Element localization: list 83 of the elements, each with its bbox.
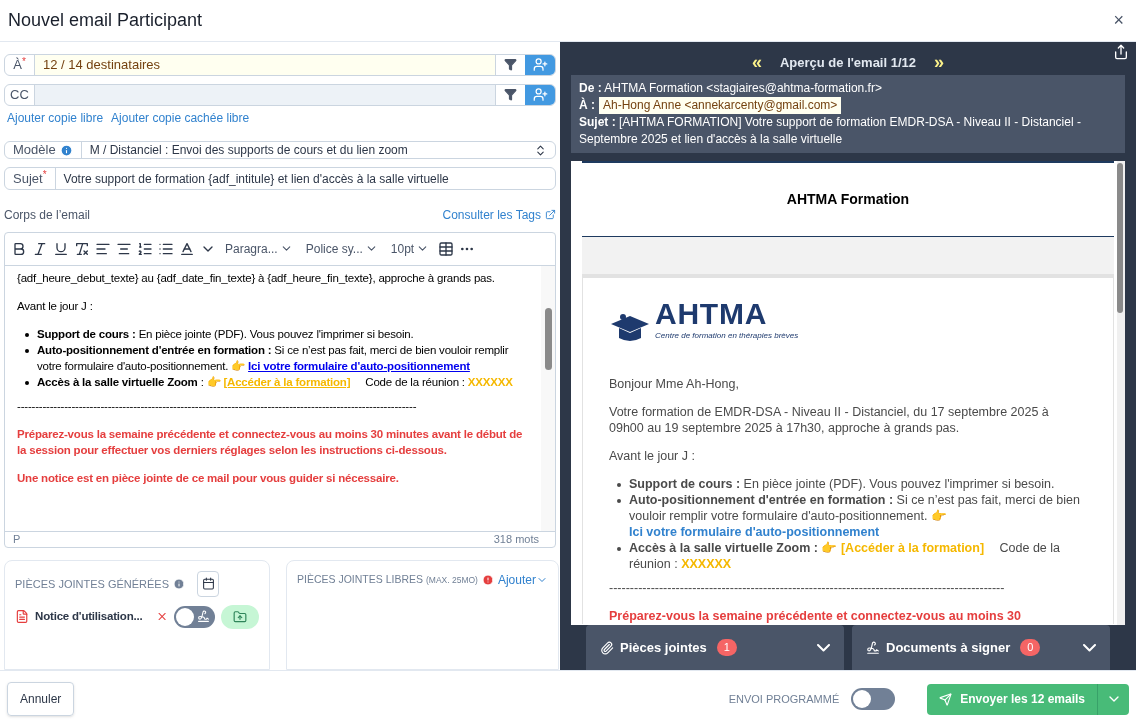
calendar-icon bbox=[201, 577, 215, 591]
body-text: Avant le jour J : bbox=[17, 299, 94, 314]
body-text: Avant le jour J : bbox=[609, 448, 696, 464]
warning-text: Une notice est en pièce jointe de ce mail pour vous guider si nécessaire. bbox=[17, 471, 400, 486]
scheduled-toggle[interactable] bbox=[851, 688, 896, 710]
bullet-icon bbox=[25, 349, 29, 353]
share-icon[interactable] bbox=[1113, 44, 1129, 60]
logo-text: AHTMA bbox=[655, 300, 769, 328]
from-line: De : AHTMA Formation <stagiaires@ahtma-formation.fr> bbox=[579, 80, 883, 97]
word-count: 318 mots bbox=[493, 532, 539, 547]
toolbar-dropdown[interactable]: Paragra... bbox=[221, 240, 297, 258]
signature-icon bbox=[197, 610, 211, 624]
attachment-name: Notice d'utilisation... bbox=[35, 609, 144, 625]
brand-title: AHTMA Formation bbox=[785, 190, 911, 209]
recipient-chip: Ah-Hong Anne <annekarcenty@gmail.com> bbox=[599, 97, 842, 114]
dashed-rule-text: -------------------------------------------------------------------------------------------------------------- bbox=[17, 399, 418, 414]
info-icon bbox=[173, 578, 186, 590]
send-icon bbox=[939, 692, 953, 706]
section-heading: PIÈCES JOINTES LIBRES (MAX. 25MO) bbox=[297, 572, 478, 588]
body-text: {adf_heure_debut_texte} au {adf_date_fin_texte} à {adf_heure_fin_texte}, approche à grands pas. bbox=[17, 271, 496, 286]
table-icon[interactable] bbox=[438, 241, 455, 257]
bullet-icon bbox=[617, 483, 621, 487]
external-link-icon bbox=[545, 209, 556, 221]
signature-toggle[interactable] bbox=[174, 606, 216, 628]
list-item-text: Auto-positionnement d'entrée en formation : Si ce n’est pas fait, merci de bien vouloir remplir votre formulaire d'auto-positionnement. 👉 Ici votre formulaire d'auto-positionnement bbox=[629, 493, 1080, 539]
warning-text: Préparez-vous la semaine précédente et connectez-vous au moins 30 minutes avant le début de la session pour effectuer vos derniers réglages selon les instructions ci-dessous. bbox=[17, 427, 524, 458]
graduation-cap-icon bbox=[609, 312, 651, 344]
scrollbar[interactable] bbox=[1117, 161, 1125, 625]
copy-link[interactable]: Ajouter copie cachée libre bbox=[111, 108, 250, 127]
body-text: Bonjour Mme Ah-Hong, bbox=[609, 376, 740, 392]
add-dropdown[interactable]: Ajouter bbox=[497, 571, 548, 589]
collapsible-panel[interactable]: Documents à signer 0 bbox=[852, 625, 1110, 670]
list-item-text: Support de cours : En pièce jointe (PDF). Vous pouvez l'imprimer si besoin. bbox=[37, 328, 414, 340]
list-item-text: Accès à la salle virtuelle Zoom : 👉 [Accéder à la formation] Code de la réunion : XXXXXX bbox=[629, 541, 1060, 571]
link[interactable]: Ici votre formulaire d'auto-positionnement bbox=[248, 360, 470, 372]
list-item-text: Auto-positionnement d'entrée en formation : Si ce n’est pas fait, merci de bien vouloir remplir votre formulaire d'auto-positionnement. 👉 Ici votre formulaire d'auto-positionnement bbox=[37, 344, 509, 372]
text-color-icon[interactable] bbox=[179, 241, 195, 257]
window-title: Nouvel email Participant bbox=[8, 9, 203, 32]
toolbar-dropdown[interactable]: Police sy... bbox=[301, 240, 382, 258]
link[interactable]: Ici votre formulaire d'auto-positionnement bbox=[629, 525, 880, 539]
previous-button[interactable]: « bbox=[751, 49, 762, 76]
align-left-icon[interactable] bbox=[95, 241, 111, 257]
body-text: Votre formation de EMDR-DSA - Niveau II - Distanciel, du 17 septembre 2025 à 09h00 au 19 septembre 2025 à 17h30, approche à grands pas. bbox=[609, 404, 1050, 436]
folder-upload-icon bbox=[233, 610, 248, 624]
bullet-icon bbox=[25, 333, 29, 337]
logo-tagline: Centre de formation en thérapies brèves bbox=[655, 330, 799, 342]
list-item-text: Accès à la salle virtuelle Zoom : 👉 [Accéder à la formation] Code de la réunion : XXXXXX bbox=[37, 376, 513, 388]
upload-folder-button[interactable] bbox=[221, 605, 259, 629]
align-center-icon[interactable] bbox=[116, 241, 132, 257]
warning-text: Préparez-vous la semaine précédente et connectez-vous au moins 30 bbox=[609, 608, 1022, 624]
list-item-text: Support de cours : En pièce jointe (PDF). Vous pouvez l'imprimer si besoin. bbox=[629, 477, 1055, 491]
section-heading: PIÈCES JOINTES GÉNÉRÉES bbox=[15, 576, 170, 592]
to-label: À : bbox=[579, 97, 595, 114]
bullet-icon bbox=[25, 381, 29, 385]
numbered-list-icon[interactable] bbox=[137, 241, 153, 257]
italic-icon[interactable] bbox=[32, 241, 48, 257]
signature-icon bbox=[866, 640, 880, 655]
element-path: P bbox=[13, 532, 21, 547]
section-label: Corps de l’email bbox=[4, 207, 91, 224]
underline-icon[interactable] bbox=[53, 241, 69, 257]
chevron-down-icon bbox=[817, 643, 830, 652]
dashed-rule-text: ----------------------------------------------------------------------------------------------- bbox=[609, 580, 1006, 596]
bullet-icon bbox=[617, 499, 621, 503]
next-button[interactable]: » bbox=[934, 49, 945, 76]
scrollbar[interactable] bbox=[541, 266, 555, 531]
chevron-down-icon bbox=[1083, 643, 1096, 652]
paperclip-icon bbox=[600, 640, 614, 655]
cancel-button[interactable]: Annuler bbox=[7, 682, 75, 716]
copy-link[interactable]: Ajouter copie libre bbox=[7, 108, 104, 127]
preview-title: Aperçu de l'email 1/12 bbox=[779, 53, 916, 72]
bold-icon[interactable] bbox=[11, 241, 27, 257]
close-button[interactable]: × bbox=[1109, 7, 1128, 34]
pdf-file-icon bbox=[15, 609, 30, 625]
clear-format-icon[interactable] bbox=[74, 241, 90, 257]
subject-line: Sujet : [AHTMA FORMATION] Votre support de formation EMDR-DSA - Niveau II - Distanciel - Septembre 2025 et lien d'accès à la salle virtuelle bbox=[579, 114, 1082, 148]
toolbar-dropdown[interactable]: 10pt bbox=[386, 240, 434, 258]
bullet-icon bbox=[617, 547, 621, 551]
bullet-list-icon[interactable] bbox=[158, 241, 174, 257]
warning-icon bbox=[481, 574, 494, 586]
tags-link[interactable]: Consulter les Tags bbox=[442, 206, 556, 224]
scheduled-label: ENVOI PROGRAMMÉ bbox=[728, 691, 840, 707]
collapsible-panel[interactable]: Pièces jointes 1 bbox=[586, 625, 844, 670]
calendar-button[interactable] bbox=[197, 571, 220, 597]
